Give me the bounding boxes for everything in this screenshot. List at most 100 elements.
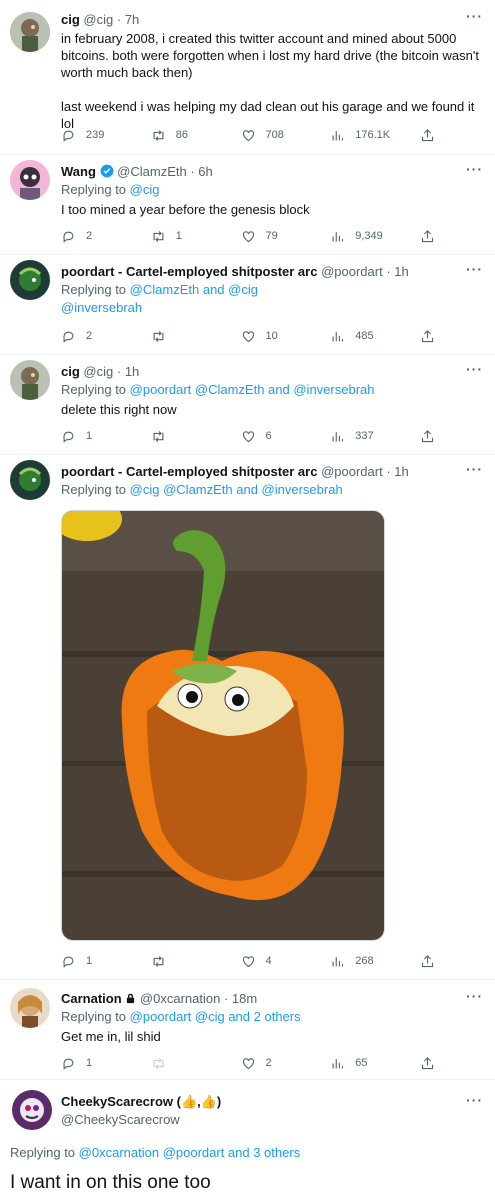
like-icon [242, 230, 254, 242]
reply-button[interactable]: 239 [61, 126, 121, 144]
reply-count: 2 [86, 330, 93, 342]
timestamp[interactable]: · 6h [190, 164, 212, 179]
share-button[interactable] [420, 1054, 435, 1072]
reply-icon [63, 431, 74, 443]
retweet-button[interactable] [151, 327, 211, 345]
like-button[interactable]: 79 [241, 227, 301, 245]
share-icon [421, 329, 434, 342]
tweet-2[interactable]: Wang @ClamzEth · 6h Replying to @cig I t… [0, 155, 495, 255]
avatar[interactable] [10, 260, 50, 300]
tweet-text: in february 2008, i created this twitter… [61, 31, 479, 80]
timestamp[interactable]: · 18m [224, 991, 257, 1006]
reply-button[interactable]: 2 [61, 327, 121, 345]
views-count: 337 [355, 430, 374, 442]
avatar[interactable] [10, 460, 50, 500]
reply-count: 239 [86, 129, 105, 141]
share-button[interactable] [420, 427, 435, 445]
retweet-button[interactable] [151, 952, 211, 970]
lock-icon [127, 993, 135, 1004]
author-name[interactable]: Wang [61, 164, 96, 179]
retweet-button[interactable]: 1 [151, 227, 211, 245]
like-button[interactable]: 708 [241, 126, 301, 144]
timestamp[interactable]: · 7h [117, 12, 139, 27]
reply-button[interactable]: 2 [61, 227, 121, 245]
like-icon [242, 330, 254, 342]
more-icon[interactable]: ··· [466, 161, 483, 177]
more-icon[interactable]: ··· [466, 8, 483, 24]
avatar[interactable] [10, 12, 50, 52]
retweet-button[interactable]: 86 [151, 126, 211, 144]
share-button[interactable] [420, 227, 435, 245]
like-icon [242, 955, 254, 967]
reply-mention[interactable]: @cig [130, 182, 160, 197]
author-handle[interactable]: @CheekyScarecrow [61, 1111, 455, 1129]
reply-mention[interactable]: @inversebrah [61, 299, 485, 317]
reply-mention[interactable]: @0xcarnation @poordart and 3 others [79, 1145, 301, 1160]
reply-mention[interactable]: @ClamzEth [130, 282, 200, 297]
reply-mention[interactable]: @poordart @cig and 2 others [130, 1009, 301, 1024]
author-name[interactable]: Carnation [61, 991, 122, 1006]
reply-button[interactable]: 1 [61, 427, 121, 445]
more-icon[interactable]: ··· [466, 461, 483, 477]
reply-count: 1 [86, 1057, 93, 1069]
author-name[interactable]: cig [61, 364, 80, 379]
reply-mention[interactable]: @poordart @ClamzEth and @inversebrah [130, 382, 375, 397]
avatar[interactable] [10, 360, 50, 400]
author-handle[interactable]: @cig [83, 364, 113, 379]
tweet-text: Get me in, lil shid [61, 1029, 161, 1044]
avatar[interactable] [12, 1090, 52, 1130]
author-handle[interactable]: @ClamzEth [117, 164, 187, 179]
tweet-1[interactable]: cig @cig · 7h in february 2008, i create… [0, 0, 495, 155]
reply-button[interactable]: 1 [61, 952, 121, 970]
share-button[interactable] [420, 126, 435, 144]
like-button[interactable]: 10 [241, 327, 301, 345]
timestamp[interactable]: · 1h [117, 364, 139, 379]
timestamp[interactable]: · 1h [386, 464, 408, 479]
author-handle[interactable]: @0xcarnation [140, 991, 220, 1006]
more-icon[interactable]: ··· [466, 1092, 483, 1108]
author-handle[interactable]: @poordart [321, 464, 383, 479]
views-button[interactable]: 337 [330, 427, 390, 445]
author-name[interactable]: poordart - Cartel-employed shitposter ar… [61, 464, 317, 479]
author-handle[interactable]: @cig [83, 12, 113, 27]
tweet-6[interactable]: Carnation @0xcarnation · 18m Replying to… [0, 980, 495, 1080]
replying-to: Replying to @cig @ClamzEth and @inverseb… [61, 482, 343, 497]
tweet-5[interactable]: poordart - Cartel-employed shitposter ar… [0, 455, 495, 980]
main-tweet-text: I want in on this one too [10, 1172, 211, 1193]
more-icon[interactable]: ··· [466, 261, 483, 277]
avatar[interactable] [10, 988, 50, 1028]
author-handle[interactable]: @poordart [321, 264, 383, 279]
verified-icon [100, 164, 113, 178]
tweet-image[interactable] [61, 510, 385, 941]
tweet-4[interactable]: cig @cig · 1h Replying to @poordart @Cla… [0, 355, 495, 455]
share-button[interactable] [420, 327, 435, 345]
like-icon [242, 430, 254, 442]
views-button[interactable]: 268 [330, 952, 390, 970]
views-button[interactable]: 9,349 [330, 227, 390, 245]
timestamp[interactable]: · 1h [386, 264, 408, 279]
more-icon[interactable]: ··· [466, 361, 483, 377]
author-name[interactable]: CheekyScarecrow (👍,👍) [61, 1094, 221, 1109]
like-button[interactable]: 6 [241, 427, 301, 445]
author-name[interactable]: poordart - Cartel-employed shitposter ar… [61, 264, 317, 279]
views-button[interactable]: 65 [330, 1054, 390, 1072]
share-icon [421, 229, 434, 242]
author-name[interactable]: cig [61, 12, 80, 27]
retweet-button[interactable] [151, 1054, 211, 1072]
reply-button[interactable]: 1 [61, 1054, 121, 1072]
more-icon[interactable]: ··· [466, 988, 483, 1004]
reply-mention[interactable]: @cig @ClamzEth and @inversebrah [130, 482, 343, 497]
views-button[interactable]: 176.1K [330, 126, 390, 144]
retweet-button[interactable] [151, 427, 211, 445]
reply-icon [63, 331, 74, 343]
share-button[interactable] [420, 952, 435, 970]
views-button[interactable]: 485 [330, 327, 390, 345]
like-button[interactable]: 2 [241, 1054, 301, 1072]
tweet-3[interactable]: poordart - Cartel-employed shitposter ar… [0, 255, 495, 355]
reply-icon [63, 231, 74, 243]
reply-mention[interactable]: @cig [228, 282, 258, 297]
like-button[interactable]: 4 [241, 952, 301, 970]
reply-count: 1 [86, 430, 93, 442]
retweet-count: 86 [175, 129, 188, 141]
avatar[interactable] [10, 160, 50, 200]
